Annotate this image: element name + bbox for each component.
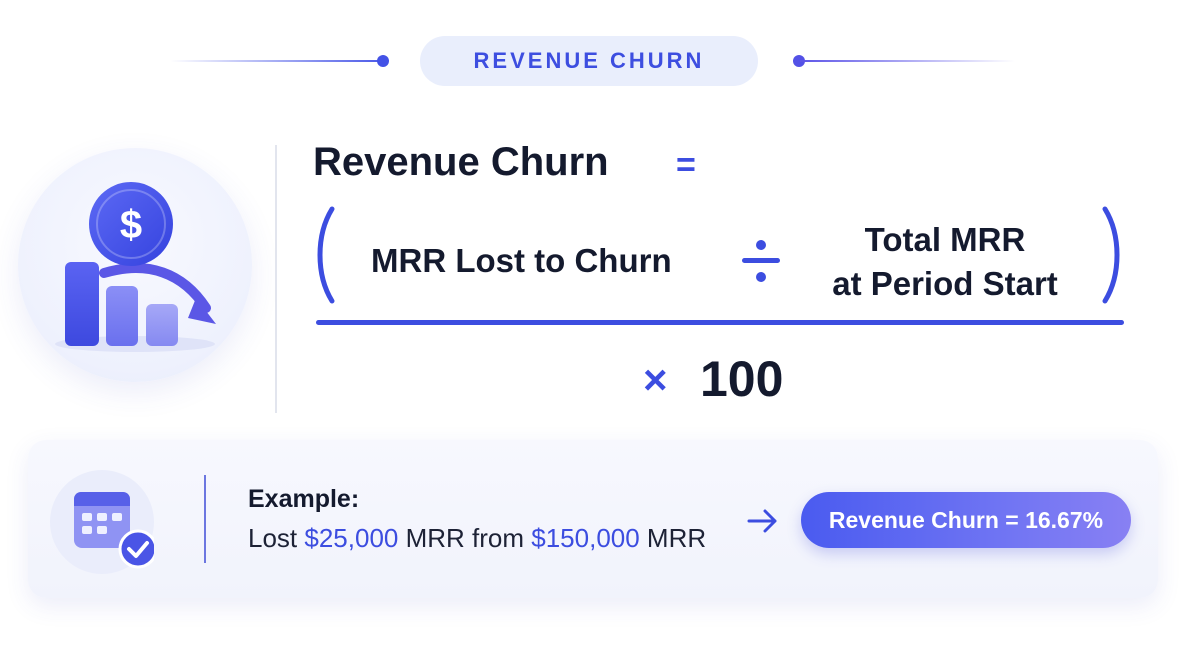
- example-prefix: Lost: [248, 523, 305, 553]
- calendar-check-icon: [50, 470, 154, 574]
- fraction-bar: [316, 320, 1124, 325]
- vertical-divider: [275, 145, 277, 413]
- equals-sign: =: [676, 146, 696, 184]
- header-title-pill: REVENUE CHURN: [420, 36, 758, 86]
- divide-icon: [742, 240, 780, 282]
- example-middle: MRR from: [398, 523, 532, 553]
- header-line-left: [170, 60, 383, 62]
- header-dot-left: [377, 55, 389, 67]
- result-badge: Revenue Churn = 16.67%: [801, 492, 1131, 548]
- multiplier-value: 100: [700, 351, 784, 407]
- arrow-right-icon: [747, 509, 777, 533]
- denominator-line-1: Total MRR: [864, 221, 1026, 258]
- denominator-line-2: at Period Start: [832, 265, 1058, 302]
- formula-lhs: Revenue Churn: [313, 140, 609, 184]
- example-label: Example:: [248, 485, 360, 513]
- bar-short: [146, 304, 178, 346]
- amount-lost: $25,000: [304, 523, 399, 553]
- result-text: Revenue Churn = 16.67%: [828, 506, 1104, 533]
- numerator-term: MRR Lost to Churn: [371, 242, 672, 279]
- denominator-term: Total MRR at Period Start: [800, 218, 1090, 306]
- example-description: Lost $25,000 MRR from $150,000 MRR: [248, 523, 706, 554]
- header-title: REVENUE CHURN: [473, 48, 705, 73]
- example-suffix: MRR: [639, 523, 707, 553]
- left-parenthesis: [317, 206, 335, 304]
- times-sign: ×: [643, 356, 668, 403]
- bar-tall: [65, 262, 99, 346]
- header-line-right: [800, 60, 1015, 62]
- coin-symbol: $: [120, 203, 142, 247]
- amount-start: $150,000: [531, 523, 640, 553]
- card-divider: [204, 475, 206, 563]
- bar-mid: [106, 286, 138, 346]
- revenue-decline-icon: $: [18, 148, 252, 382]
- right-parenthesis: [1102, 206, 1120, 304]
